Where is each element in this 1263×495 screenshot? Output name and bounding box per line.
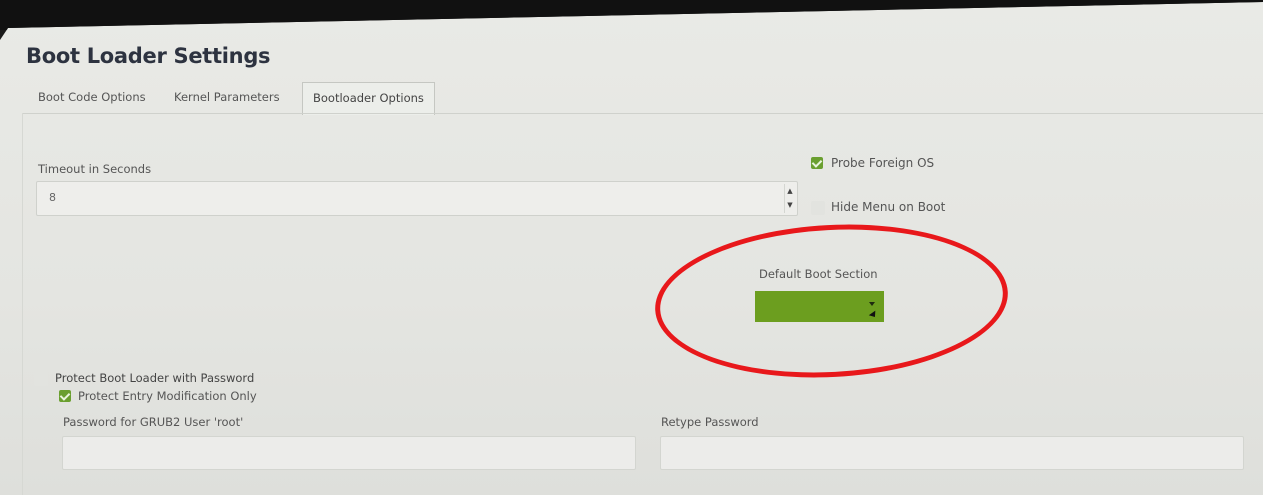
tab-bootloader-options[interactable]: Bootloader Options [302, 82, 435, 115]
timeout-value: 8 [49, 191, 56, 204]
spinner-arrows-icon[interactable]: ▲ ▼ [784, 184, 795, 213]
probe-foreign-os-checkbox[interactable] [811, 157, 823, 169]
hide-menu-checkbox[interactable] [811, 201, 825, 215]
password-label: Password for GRUB2 User 'root' [63, 415, 244, 429]
retype-password-label: Retype Password [661, 415, 759, 429]
protect-entry-checkbox[interactable] [59, 390, 71, 402]
tab-divider [22, 113, 1263, 114]
timeout-label: Timeout in Seconds [38, 162, 152, 176]
panel-border [22, 113, 23, 495]
protect-entry-label: Protect Entry Modification Only [78, 389, 257, 403]
tab-boot-code-options[interactable]: Boot Code Options [38, 82, 146, 112]
spin-up-icon[interactable]: ▲ [785, 184, 795, 198]
retype-password-input[interactable] [660, 436, 1244, 470]
red-annotation-ellipse [651, 215, 1012, 387]
probe-foreign-os-label: Probe Foreign OS [831, 156, 935, 170]
screen: Boot Loader Settings Boot Code Options K… [0, 2, 1263, 495]
hide-menu-label: Hide Menu on Boot [831, 200, 946, 214]
protect-password-checkbox[interactable] [34, 372, 48, 386]
spin-down-icon[interactable]: ▼ [785, 198, 795, 212]
protect-password-label: Protect Boot Loader with Password [55, 371, 255, 385]
page-title: Boot Loader Settings [26, 44, 271, 68]
password-input[interactable] [62, 436, 636, 470]
timeout-spinbox[interactable]: 8 ▲ ▼ [36, 181, 798, 216]
tab-kernel-parameters[interactable]: Kernel Parameters [174, 82, 280, 112]
